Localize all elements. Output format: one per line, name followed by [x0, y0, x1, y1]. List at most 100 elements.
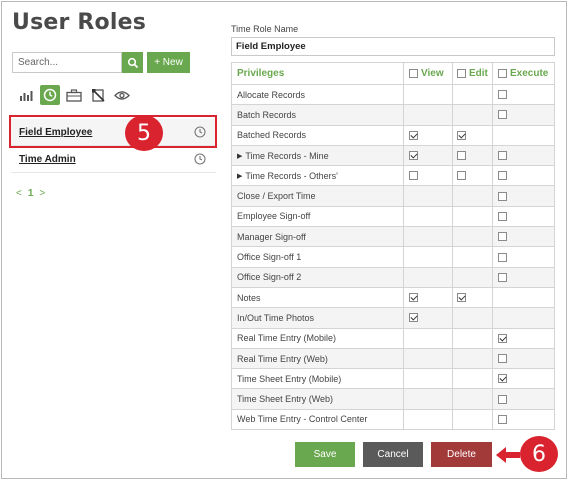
search-input[interactable]: Search...: [12, 52, 122, 73]
execute-checkbox[interactable]: [498, 191, 507, 201]
edit-header: Edit: [453, 63, 493, 84]
execute-cell: [493, 288, 554, 307]
execute-checkbox[interactable]: [498, 272, 507, 282]
chart-icon[interactable]: [16, 85, 36, 105]
execute-checkbox[interactable]: [498, 333, 507, 343]
privilege-row: Employee Sign-off: [232, 206, 554, 228]
view-all-checkbox[interactable]: [409, 69, 418, 78]
privilege-name: Office Sign-off 2: [232, 267, 404, 287]
execute-checkbox[interactable]: [498, 232, 507, 242]
execute-header: Execute: [493, 63, 554, 84]
privilege-name: Time Sheet Entry (Web): [232, 389, 404, 409]
execute-all-checkbox[interactable]: [498, 69, 507, 78]
view-cell: [404, 308, 453, 328]
execute-cell: [493, 329, 554, 348]
execute-cell: [493, 308, 554, 327]
privilege-row: ▶ Time Records - Mine: [232, 145, 554, 167]
edit-cell: [453, 247, 493, 267]
view-cell: [404, 369, 453, 389]
execute-cell: [493, 349, 554, 368]
execute-checkbox[interactable]: [498, 354, 507, 363]
edit-cell: [453, 166, 493, 186]
privilege-name: Close / Export Time: [232, 186, 404, 206]
privilege-label: Batched Records: [237, 130, 307, 141]
delete-button[interactable]: Delete: [431, 442, 492, 467]
privilege-name: Batched Records: [232, 125, 404, 145]
execute-cell: [493, 389, 554, 408]
view-checkbox[interactable]: [409, 171, 418, 181]
execute-checkbox[interactable]: [498, 394, 507, 404]
prev-page-link[interactable]: <: [16, 188, 22, 199]
edit-all-checkbox[interactable]: [457, 69, 466, 78]
execute-checkbox[interactable]: [498, 374, 507, 384]
execute-checkbox[interactable]: [498, 211, 507, 221]
clock-icon[interactable]: [40, 85, 60, 105]
privilege-row: Batched Records: [232, 125, 554, 146]
edit-checkbox[interactable]: [457, 151, 466, 161]
view-checkbox[interactable]: [409, 293, 418, 303]
privilege-row: In/Out Time Photos: [232, 308, 554, 329]
privilege-name: ▶ Time Records - Mine: [232, 145, 404, 166]
eye-icon[interactable]: [112, 85, 132, 105]
view-checkbox[interactable]: [409, 130, 418, 140]
edit-checkbox[interactable]: [457, 130, 466, 140]
privilege-label: Office Sign-off 2: [237, 272, 302, 283]
privilege-label: In/Out Time Photos: [237, 312, 315, 323]
edit-cell: [453, 125, 493, 145]
execute-checkbox[interactable]: [498, 110, 507, 120]
execute-cell: [493, 166, 554, 185]
execute-checkbox[interactable]: [498, 414, 507, 424]
search-icon: [127, 57, 138, 68]
new-role-button[interactable]: + New: [147, 52, 190, 73]
privilege-label: Manager Sign-off: [237, 231, 306, 242]
save-button[interactable]: Save: [295, 442, 355, 467]
execute-checkbox[interactable]: [498, 171, 507, 181]
execute-checkbox[interactable]: [498, 252, 507, 262]
execute-header-label: Execute: [510, 68, 549, 79]
role-name-input[interactable]: Field Employee: [231, 37, 555, 56]
expand-arrow-icon[interactable]: ▶: [237, 152, 242, 160]
privilege-name: Allocate Records: [232, 85, 404, 105]
role-item-time-admin[interactable]: Time Admin: [11, 146, 216, 173]
privilege-label: Close / Export Time: [237, 191, 316, 202]
expand-arrow-icon[interactable]: ▶: [237, 172, 242, 180]
edit-checkbox[interactable]: [457, 293, 466, 303]
execute-cell: [493, 186, 554, 205]
cancel-button[interactable]: Cancel: [363, 442, 423, 467]
edit-cell: [453, 186, 493, 206]
next-page-link[interactable]: >: [39, 188, 45, 199]
search-button[interactable]: [122, 52, 143, 73]
privilege-name: Manager Sign-off: [232, 227, 404, 247]
view-checkbox[interactable]: [409, 151, 418, 161]
execute-checkbox[interactable]: [498, 90, 507, 100]
edit-cell: [453, 308, 493, 328]
privilege-row: Office Sign-off 1: [232, 247, 554, 268]
view-cell: [404, 85, 453, 105]
pagination: < 1 >: [16, 188, 45, 199]
privilege-row: Allocate Records: [232, 85, 554, 106]
edit-checkbox[interactable]: [457, 171, 466, 181]
view-cell: [404, 328, 453, 348]
privilege-row: Time Sheet Entry (Web): [232, 389, 554, 410]
briefcase-icon[interactable]: [64, 85, 84, 105]
privileges-header-row: Privileges View Edit Execute: [232, 63, 554, 85]
execute-cell: [493, 105, 554, 124]
view-header: View: [404, 63, 453, 84]
view-checkbox[interactable]: [409, 313, 418, 323]
edit-cell: [453, 348, 493, 369]
privilege-label: Allocate Records: [237, 89, 306, 100]
execute-cell: [493, 126, 554, 145]
execute-checkbox[interactable]: [498, 151, 507, 161]
privilege-label: Real Time Entry (Mobile): [237, 333, 337, 344]
edit-cell: [453, 206, 493, 227]
privilege-name: Web Time Entry - Control Center: [232, 409, 404, 430]
filter-toolbar: [16, 84, 132, 106]
tool-icon[interactable]: [88, 85, 108, 105]
view-cell: [404, 125, 453, 145]
privilege-row: Web Time Entry - Control Center: [232, 409, 554, 431]
selection-highlight-box: [9, 115, 217, 148]
page-number[interactable]: 1: [28, 188, 34, 199]
role-label[interactable]: Time Admin: [19, 154, 76, 165]
privilege-row: Batch Records: [232, 105, 554, 126]
edit-cell: [453, 389, 493, 409]
